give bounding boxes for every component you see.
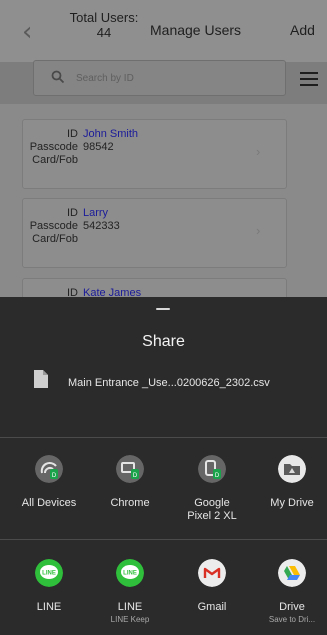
chevron-right-icon: › — [256, 223, 261, 238]
share-target-label: Gmail — [197, 601, 227, 613]
share-target-label-line2: Pixel 2 XL — [187, 510, 237, 522]
share-target-sublabel: LINE Keep — [110, 615, 150, 624]
share-title: Share — [142, 333, 185, 350]
share-target-sublabel: Save to Dri... — [268, 615, 316, 624]
app-header: ‹ Total Users: 44 Manage Users Add — [0, 0, 327, 62]
add-user-button[interactable]: Add — [290, 22, 315, 38]
back-chevron-icon[interactable]: ‹ — [22, 19, 40, 45]
device-share-icon: D — [35, 455, 63, 483]
card-fob-label: Card/Fob — [32, 233, 78, 245]
share-target-line-keep[interactable]: LINE LINE LINE Keep — [90, 559, 170, 625]
total-users: Total Users: 44 — [60, 10, 148, 40]
share-target-my-drive[interactable]: My Drive — [252, 455, 327, 510]
search-icon — [51, 70, 65, 84]
user-card[interactable]: ID Larry Passcode 542333 Card/Fob › — [22, 198, 287, 268]
passcode-label: Passcode — [29, 220, 78, 232]
share-target-gmail[interactable]: Gmail — [172, 559, 252, 614]
total-users-count: 44 — [96, 25, 112, 40]
share-target-label: My Drive — [270, 497, 314, 509]
share-target-line[interactable]: LINE LINE — [9, 559, 89, 614]
search-input[interactable] — [76, 69, 276, 87]
phone-share-icon: D — [198, 455, 226, 483]
file-icon — [34, 370, 48, 388]
line-keep-icon: LINE — [116, 559, 144, 587]
share-target-label: Google Pixel 2 XL — [172, 497, 252, 523]
share-target-drive[interactable]: Drive Save to Dri... — [252, 559, 327, 625]
svg-text:D: D — [133, 473, 138, 479]
total-users-label: Total Users: — [69, 10, 139, 25]
share-target-all-devices[interactable]: D All Devices — [9, 455, 89, 510]
share-target-label: LINE — [36, 601, 62, 613]
user-card[interactable]: ID John Smith Passcode 98542 Card/Fob › — [22, 119, 287, 189]
share-target-label-line1: Google — [194, 497, 230, 509]
drag-handle[interactable] — [156, 308, 170, 310]
google-drive-icon — [278, 559, 306, 587]
line-icon: LINE — [35, 559, 63, 587]
svg-text:D: D — [52, 473, 57, 479]
passcode-label: Passcode — [29, 141, 78, 153]
passcode-value: 542333 — [83, 220, 120, 232]
svg-text:D: D — [215, 473, 220, 479]
user-name: John Smith — [83, 128, 139, 140]
share-target-label: Chrome — [110, 497, 150, 509]
share-target-google-pixel-2-xl[interactable]: D Google Pixel 2 XL — [172, 455, 252, 523]
chrome-devices-icon: D — [116, 455, 144, 483]
chevron-right-icon: › — [256, 144, 261, 159]
passcode-value: 98542 — [83, 141, 114, 153]
search-box[interactable] — [33, 60, 286, 96]
share-target-label: Drive — [279, 601, 305, 613]
divider — [0, 437, 327, 438]
svg-text:LINE: LINE — [123, 571, 137, 577]
share-target-label: All Devices — [21, 497, 77, 509]
divider — [0, 539, 327, 540]
user-name: Larry — [83, 207, 109, 219]
shared-file-name: Main Entrance _Use...0200626_2302.csv — [68, 377, 270, 389]
drive-folder-icon — [278, 455, 306, 483]
share-target-label: LINE — [117, 601, 143, 613]
svg-text:LINE: LINE — [42, 571, 56, 577]
gmail-icon — [198, 559, 226, 587]
page-title: Manage Users — [150, 22, 242, 38]
hamburger-menu-icon[interactable] — [300, 72, 318, 86]
card-fob-label: Card/Fob — [32, 154, 78, 166]
id-label: ID — [67, 207, 78, 219]
id-label: ID — [67, 128, 78, 140]
share-sheet: Share Main Entrance _Use...0200626_2302.… — [0, 297, 327, 635]
share-target-chrome[interactable]: D Chrome — [90, 455, 170, 510]
